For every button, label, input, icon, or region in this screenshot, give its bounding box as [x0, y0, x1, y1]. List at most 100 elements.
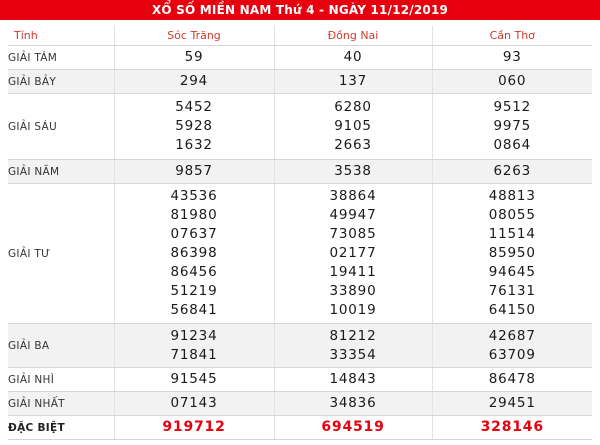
winning-number: 59	[184, 49, 204, 65]
prize-numbers-cell: 42687 63709	[432, 323, 592, 368]
winning-number: 060	[498, 73, 527, 89]
winning-number: 49947	[329, 207, 377, 223]
prize-label: GIẢI TƯ	[8, 183, 115, 324]
table-header-row: Tỉnh Sóc Trăng Đồng Nai Cần Thơ	[8, 26, 592, 46]
winning-number: 43536	[170, 188, 218, 204]
table-row: GIẢI NĂM 9857 3538 6263	[8, 159, 592, 184]
prize-numbers-cell: 694519	[274, 415, 433, 440]
prize-numbers-cell: 38864 49947 73085 02177 19411 33890 10019	[274, 183, 433, 324]
winning-number: 33890	[329, 283, 377, 299]
column-header-soc-trang: Sóc Trăng	[114, 26, 275, 46]
winning-number: 328146	[480, 419, 544, 435]
winning-number: 29451	[488, 395, 536, 411]
prize-label: GIẢI BẢY	[8, 69, 115, 94]
page-title: XỔ SỐ MIỀN NAM Thứ 4 - NGÀY 11/12/2019	[0, 0, 600, 20]
winning-number: 9512	[493, 99, 532, 115]
prize-numbers-cell: 9512 9975 0864	[432, 93, 592, 160]
column-header-can-tho: Cần Thơ	[432, 26, 592, 46]
winning-number: 81980	[170, 207, 218, 223]
winning-number: 86478	[488, 371, 536, 387]
prize-numbers-cell: 91545	[114, 367, 275, 392]
prize-numbers-cell: 9857	[114, 159, 275, 184]
table-row: GIẢI NHẤT 07143 34836 29451	[8, 391, 592, 416]
prize-numbers-cell: 93	[432, 45, 592, 70]
winning-number: 6263	[493, 163, 532, 179]
prize-numbers-cell: 14843	[274, 367, 433, 392]
winning-number: 07143	[170, 395, 218, 411]
winning-number: 63709	[488, 346, 536, 363]
prize-numbers-cell: 919712	[114, 415, 275, 440]
prize-numbers-cell: 07143	[114, 391, 275, 416]
prize-label: GIẢI TÁM	[8, 45, 115, 70]
prize-numbers-cell: 43536 81980 07637 86398 86456 51219 56841	[114, 183, 275, 324]
results-table: Tỉnh Sóc Trăng Đồng Nai Cần Thơ GIẢI TÁM…	[8, 26, 592, 440]
prize-label: GIẢI NHẤT	[8, 391, 115, 416]
prize-numbers-cell: 34836	[274, 391, 433, 416]
winning-number: 1632	[175, 137, 213, 153]
prize-numbers-cell: 6263	[432, 159, 592, 184]
winning-number: 42687	[488, 327, 536, 344]
winning-number: 9857	[175, 163, 213, 179]
winning-number: 85950	[488, 245, 536, 261]
prize-numbers-cell: 86478	[432, 367, 592, 392]
winning-number: 5452	[175, 99, 213, 115]
winning-number: 76131	[488, 283, 536, 299]
winning-number: 94645	[488, 264, 536, 280]
table-row: GIẢI SÁU 5452 5928 1632 6280 9105 2663 9512 9975…	[8, 93, 592, 160]
winning-number: 38864	[329, 188, 377, 204]
prize-label: GIẢI BA	[8, 323, 115, 368]
prize-numbers-cell: 40	[274, 45, 433, 70]
winning-number: 07637	[170, 226, 218, 242]
winning-number: 86398	[170, 245, 218, 261]
prize-numbers-cell: 48813 08055 11514 85950 94645 76131 64150	[432, 183, 592, 324]
prize-numbers-cell: 6280 9105 2663	[274, 93, 433, 160]
table-row: ĐẶC BIỆT 919712 694519 328146	[8, 415, 592, 440]
winning-number: 14843	[329, 371, 377, 387]
winning-number: 10019	[329, 302, 377, 318]
winning-number: 86456	[170, 264, 218, 280]
winning-number: 2663	[334, 137, 372, 153]
prize-numbers-cell: 81212 33354	[274, 323, 433, 368]
prize-numbers-cell: 29451	[432, 391, 592, 416]
table-row: GIẢI TÁM 59 40 93	[8, 45, 592, 70]
table-row: GIẢI BẢY 294 137 060	[8, 69, 592, 94]
winning-number: 9105	[334, 118, 372, 134]
winning-number: 33354	[329, 346, 377, 363]
prize-label: GIẢI NĂM	[8, 159, 115, 184]
winning-number: 51219	[170, 283, 218, 299]
winning-number: 5928	[175, 118, 213, 134]
winning-number: 694519	[321, 419, 385, 435]
table-row: GIẢI BA 91234 71841 81212 33354 42687 63709	[8, 323, 592, 368]
winning-number: 02177	[329, 245, 377, 261]
winning-number: 6280	[334, 99, 372, 115]
winning-number: 93	[502, 49, 522, 65]
prize-numbers-cell: 294	[114, 69, 275, 94]
winning-number: 64150	[488, 302, 536, 318]
prize-numbers-cell: 137	[274, 69, 433, 94]
winning-number: 08055	[488, 207, 536, 223]
winning-number: 91545	[170, 371, 218, 387]
winning-number: 81212	[329, 327, 377, 344]
prize-label: GIẢI NHÌ	[8, 367, 115, 392]
winning-number: 137	[338, 73, 368, 89]
table-row: GIẢI NHÌ 91545 14843 86478	[8, 367, 592, 392]
winning-number: 919712	[162, 419, 226, 435]
column-header-province: Tỉnh	[8, 26, 115, 46]
prize-numbers-cell: 59	[114, 45, 275, 70]
winning-number: 0864	[493, 137, 532, 153]
winning-number: 73085	[329, 226, 377, 242]
prize-numbers-cell: 91234 71841	[114, 323, 275, 368]
winning-number: 40	[343, 49, 363, 65]
prize-numbers-cell: 060	[432, 69, 592, 94]
winning-number: 91234	[170, 327, 218, 344]
winning-number: 11514	[488, 226, 536, 242]
winning-number: 34836	[329, 395, 377, 411]
winning-number: 19411	[329, 264, 377, 280]
winning-number: 294	[179, 73, 209, 89]
winning-number: 3538	[334, 163, 372, 179]
lottery-results-panel: XỔ SỐ MIỀN NAM Thứ 4 - NGÀY 11/12/2019 T…	[0, 0, 600, 445]
prize-label: GIẢI SÁU	[8, 93, 115, 160]
winning-number: 48813	[488, 188, 536, 204]
prize-numbers-cell: 328146	[432, 415, 592, 440]
prize-numbers-cell: 3538	[274, 159, 433, 184]
